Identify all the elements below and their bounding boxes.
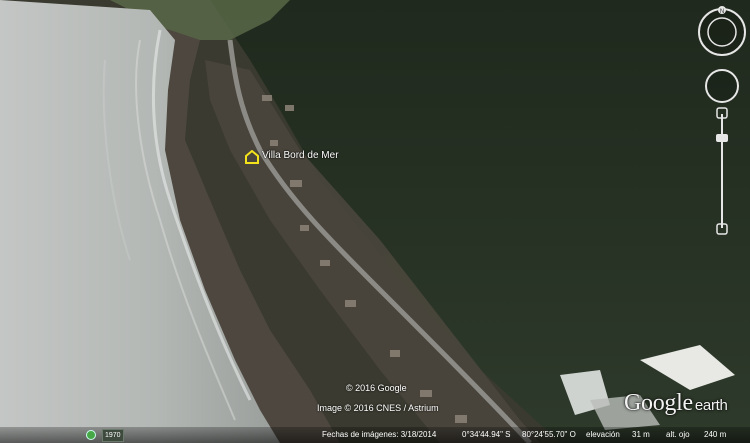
satellite-map[interactable] <box>0 0 750 443</box>
longitude: 80°24'55.70" O <box>522 430 576 439</box>
elevation-label: elevación <box>586 430 620 439</box>
zoom-slider-icon[interactable] <box>711 106 733 236</box>
latitude: 0°34'44.94" S <box>462 430 511 439</box>
eye-alt-value: 240 m <box>704 430 727 439</box>
imagery-date: Fechas de imágenes: 3/18/2014 <box>322 430 437 439</box>
google-earth-logo: Google earth <box>624 390 728 417</box>
navigation-controls[interactable]: N <box>696 6 748 236</box>
look-joystick-icon[interactable] <box>702 66 742 106</box>
house-icon <box>245 150 259 164</box>
logo-earth: earth <box>694 397 728 414</box>
copyright-imagery: Image © 2016 CNES / Astrium <box>317 403 439 413</box>
compass-north-label: N <box>720 9 724 15</box>
placemark[interactable]: Villa Bord de Mer <box>244 150 339 164</box>
placemark-label: Villa Bord de Mer <box>262 149 339 161</box>
logo-google: Google <box>624 390 693 416</box>
compass-ring-icon[interactable]: N <box>696 6 748 58</box>
year-badge[interactable]: 1970 <box>102 429 124 442</box>
status-bar: 1970 Fechas de imágenes: 3/18/2014 0°34'… <box>0 427 750 443</box>
copyright-google: © 2016 Google <box>346 383 407 393</box>
historical-imagery-icon[interactable] <box>86 430 96 440</box>
eye-alt-label: alt. ojo <box>666 430 690 439</box>
elevation-value: 31 m <box>632 430 650 439</box>
